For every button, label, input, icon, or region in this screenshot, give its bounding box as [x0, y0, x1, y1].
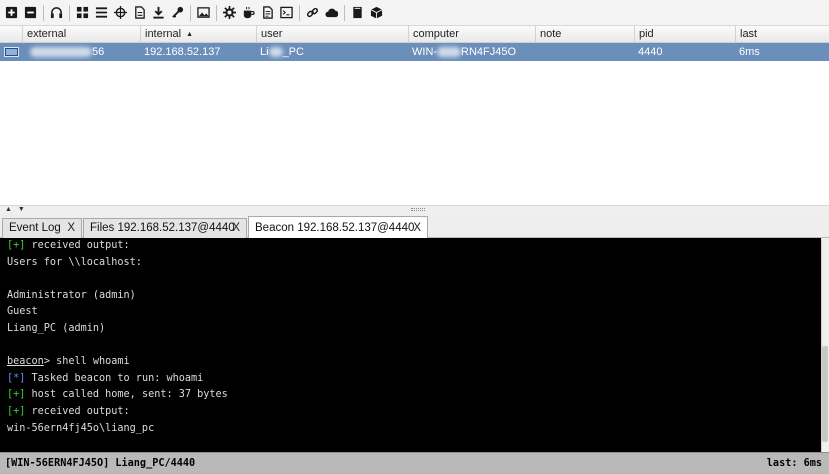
book-icon[interactable]: [349, 4, 366, 22]
pivot-graph-icon[interactable]: [74, 4, 91, 22]
tab-beacon[interactable]: Beacon 192.168.52.137@4440 X: [248, 216, 428, 239]
package-box-icon[interactable]: [368, 4, 385, 22]
document-icon[interactable]: [259, 4, 276, 22]
console-line: Guest: [7, 304, 38, 320]
console-text: Administrator (admin): [7, 289, 136, 301]
console-line: win-56ern4fj45o\liang_pc: [7, 421, 154, 437]
console-line: Administrator (admin): [7, 288, 136, 304]
sort-ascending-icon: ▲: [186, 31, 194, 38]
cell-internal: 192.168.52.137: [144, 46, 221, 58]
column-header-pid[interactable]: pid: [634, 26, 735, 43]
task-marker: [*]: [7, 372, 26, 384]
console-text: > shell whoami: [43, 356, 130, 368]
console-text: host called home, sent: 37 bytes: [25, 389, 228, 401]
table-row[interactable]: 56 192.168.52.137 Li _PC WIN- RN4FJ45O 444…: [0, 43, 829, 61]
tab-label: Beacon 192.168.52.137@4440: [255, 222, 415, 234]
redacted-blur: [437, 47, 462, 58]
tab-files[interactable]: Files 192.168.52.137@4440 X: [83, 218, 247, 238]
toolbar: [0, 0, 829, 26]
console-text: Guest: [7, 306, 38, 318]
tab-event-log[interactable]: Event Log X: [2, 218, 82, 238]
cell-external: 56: [26, 43, 104, 61]
console-text: Users for \\localhost:: [7, 256, 142, 268]
success-marker: [+]: [7, 406, 26, 417]
pane-splitter[interactable]: ▲ ▼: [0, 205, 829, 214]
status-last-checkin: last: 6ms: [766, 458, 822, 469]
link-chain-icon[interactable]: [304, 4, 321, 22]
console-text: win-56ern4fj45o\liang_pc: [7, 422, 155, 434]
console-text: received output:: [25, 406, 130, 417]
console-line: [+] received output:: [7, 404, 130, 420]
close-tab-icon[interactable]: X: [67, 219, 75, 237]
toolbar-separator: [190, 4, 191, 21]
tab-label: Event Log: [9, 222, 61, 234]
cell-last: 6ms: [739, 46, 760, 58]
beacon-session-icon: [4, 47, 19, 57]
status-session-info: [WIN-56ERN4FJ45O] Liang_PC/4440: [5, 458, 196, 469]
beacon-console[interactable]: [+] received output: Users for \\localhos…: [0, 238, 829, 452]
cell-computer: WIN- RN4FJ45O: [412, 46, 517, 58]
toolbar-separator: [344, 4, 345, 21]
console-line: Users for \\localhost:: [7, 255, 142, 271]
splitter-arrows-icon[interactable]: ▲ ▼: [5, 206, 27, 213]
redacted-blur: [268, 47, 283, 58]
console-text: Liang_PC (admin): [7, 323, 106, 334]
console-text: Tasked beacon to run: whoami: [25, 372, 204, 384]
console-line: [+] received output:: [7, 238, 130, 254]
new-connection-icon[interactable]: [3, 4, 20, 22]
console-line: [+] host called home, sent: 37 bytes: [7, 387, 228, 403]
console-line: beacon> shell whoami: [7, 354, 130, 370]
scrollbar-thumb[interactable]: [822, 346, 828, 442]
close-tab-icon[interactable]: X: [232, 219, 240, 237]
beacon-prompt: beacon: [7, 356, 44, 368]
redacted-blur: [30, 47, 92, 58]
column-header-internal[interactable]: internal ▲: [140, 26, 256, 43]
tab-label: Files 192.168.52.137@4440: [90, 222, 235, 234]
console-line: Liang_PC (admin): [7, 321, 105, 337]
toolbar-separator: [43, 4, 44, 21]
column-header-note[interactable]: note: [535, 26, 634, 43]
column-header-last[interactable]: last: [735, 26, 829, 43]
coffee-cup-icon[interactable]: [240, 4, 257, 22]
settings-gear-icon[interactable]: [221, 4, 238, 22]
close-tab-icon[interactable]: X: [413, 217, 421, 239]
terminal-icon[interactable]: [278, 4, 295, 22]
session-table: external internal ▲ user computer note pi…: [0, 26, 829, 204]
splitter-grip-icon[interactable]: [411, 208, 425, 211]
column-header-computer[interactable]: computer: [408, 26, 535, 43]
key-credentials-icon[interactable]: [169, 4, 186, 22]
target-crosshair-icon[interactable]: [112, 4, 129, 22]
cell-note: [535, 43, 539, 61]
download-icon[interactable]: [150, 4, 167, 22]
console-text: received output:: [25, 240, 130, 251]
toolbar-separator: [216, 4, 217, 21]
cell-pid: 4440: [638, 46, 663, 58]
disconnect-icon[interactable]: [22, 4, 39, 22]
headset-icon[interactable]: [48, 4, 65, 22]
cloud-icon[interactable]: [323, 4, 340, 22]
cell-user: Li _PC: [260, 46, 304, 58]
column-header-user[interactable]: user: [256, 26, 408, 43]
success-marker: [+]: [7, 240, 26, 251]
toolbar-separator: [69, 4, 70, 21]
column-header-external[interactable]: external: [22, 26, 140, 43]
success-marker: [+]: [7, 389, 26, 401]
table-header: external internal ▲ user computer note pi…: [0, 26, 829, 43]
toolbar-separator: [299, 4, 300, 21]
console-line: [*] Tasked beacon to run: whoami: [7, 371, 203, 387]
screenshot-image-icon[interactable]: [195, 4, 212, 22]
status-bar: [WIN-56ERN4FJ45O] Liang_PC/4440 last: 6m…: [0, 452, 829, 474]
web-log-icon[interactable]: [131, 4, 148, 22]
session-list-icon[interactable]: [93, 4, 110, 22]
console-scrollbar[interactable]: [821, 238, 829, 452]
tab-bar: Event Log X Files 192.168.52.137@4440 X …: [0, 214, 829, 239]
